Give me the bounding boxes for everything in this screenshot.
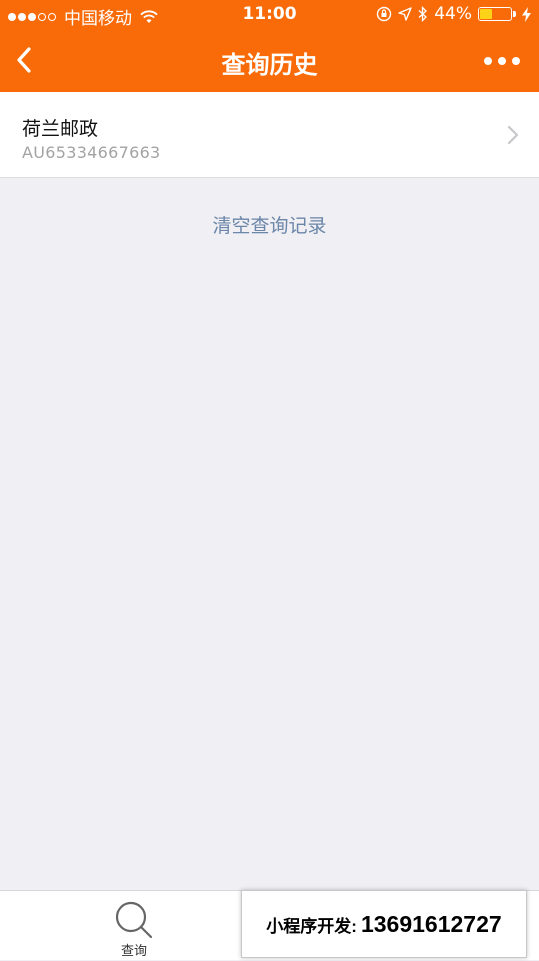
battery-level — [480, 9, 493, 19]
status-right: 44% — [370, 4, 531, 24]
location-icon — [398, 7, 412, 21]
ad-label: 小程序开发: — [266, 916, 357, 936]
ad-phone-number: 13691612727 — [360, 910, 502, 937]
history-tracking-number: AU65334667663 — [22, 143, 161, 162]
battery-icon — [478, 7, 512, 21]
page-title: 查询历史 — [221, 51, 318, 79]
charging-bolt-icon — [522, 6, 531, 22]
history-list-item[interactable]: 荷兰邮政 AU65334667663 — [0, 92, 539, 178]
search-icon — [115, 901, 153, 939]
nav-bar: 查询历史 — [0, 30, 539, 92]
tab-query[interactable]: 查询 — [84, 891, 184, 961]
tab-query-label: 查询 — [120, 944, 147, 959]
more-dots-icon — [484, 57, 520, 65]
battery-percent: 44% — [434, 4, 472, 24]
battery-tip — [513, 11, 516, 17]
history-carrier-name: 荷兰邮政 — [22, 118, 99, 140]
more-button[interactable] — [483, 50, 521, 72]
ad-banner: 小程序开发: 13691612727 — [241, 890, 527, 958]
status-bar: 中国移动 11:00 44% — [0, 0, 539, 30]
chevron-right-icon — [507, 125, 519, 145]
clear-history-link[interactable]: 清空查询记录 — [0, 211, 539, 238]
bluetooth-icon — [418, 6, 428, 22]
orientation-lock-icon — [377, 6, 392, 22]
